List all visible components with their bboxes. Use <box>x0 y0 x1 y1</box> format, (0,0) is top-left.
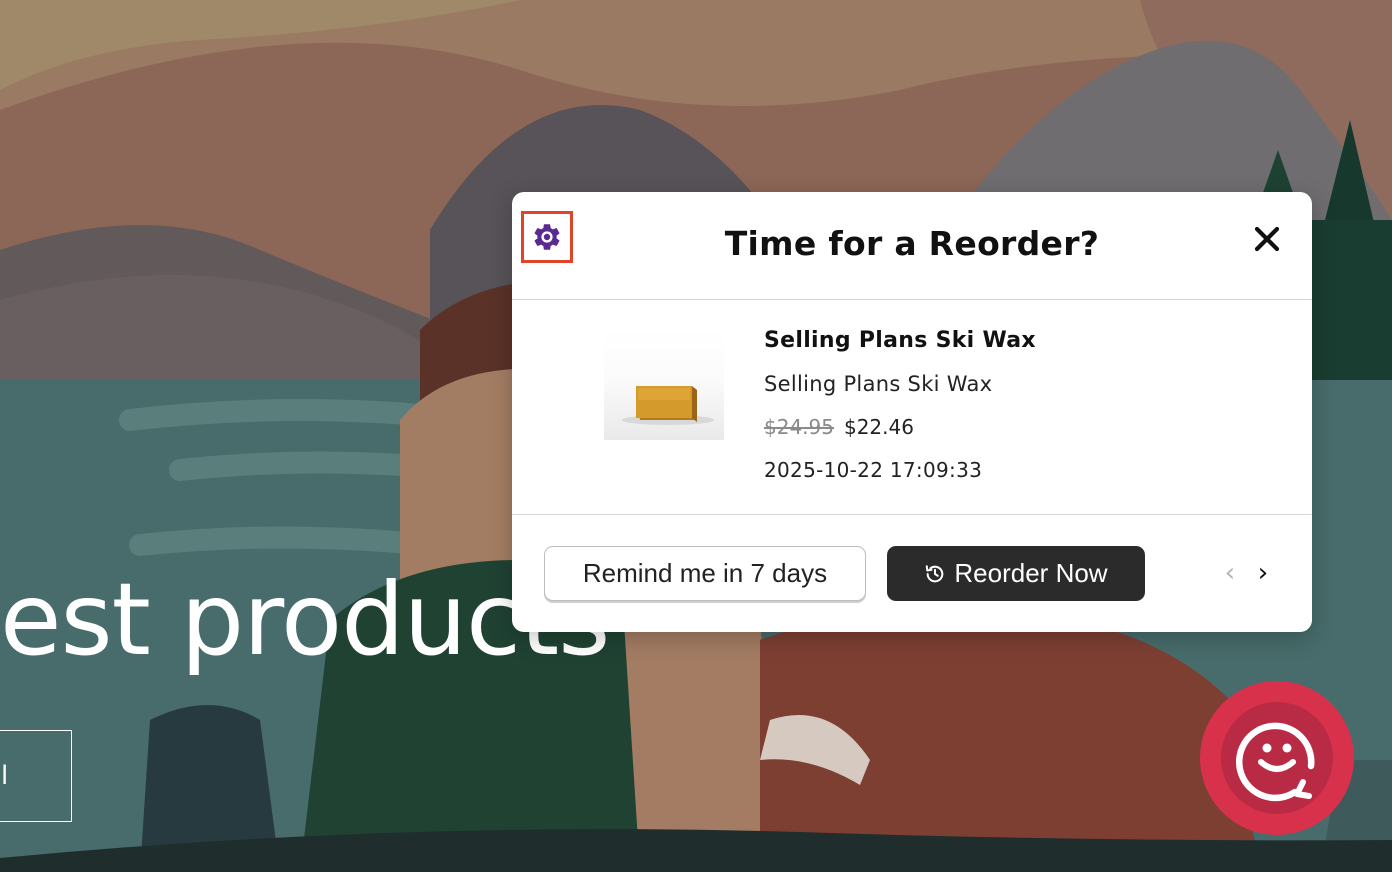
remind-later-button[interactable]: Remind me in 7 days <box>544 546 866 601</box>
storefront-page: est products l Time for a Reorder? Selli… <box>0 0 1392 872</box>
ski-wax-bar-image <box>622 386 714 425</box>
next-product-button[interactable]: › <box>1251 555 1275 591</box>
reorder-modal: Time for a Reorder? Selling Plans Ski Wa… <box>512 192 1312 632</box>
order-date: 2025-10-22 17:09:33 <box>764 458 983 482</box>
reorder-now-button[interactable]: Reorder Now <box>887 546 1145 601</box>
history-icon <box>926 564 944 582</box>
modal-header: Time for a Reorder? <box>512 192 1312 300</box>
product-row: Selling Plans Ski Wax Selling Plans Ski … <box>512 300 1312 515</box>
modal-footer: Remind me in 7 days Reorder Now ‹ › <box>512 515 1312 631</box>
hero-cta-button[interactable]: l <box>0 730 72 822</box>
product-image[interactable] <box>604 328 724 440</box>
product-title[interactable]: Selling Plans Ski Wax <box>764 326 1036 356</box>
price-row: $24.95 $22.46 <box>764 412 1036 442</box>
compare-at-price: $24.95 <box>764 415 834 439</box>
modal-title: Time for a Reorder? <box>724 224 1100 263</box>
close-icon <box>1254 226 1280 252</box>
smiley-chat-icon <box>1236 722 1315 802</box>
chat-widget-inner <box>1221 702 1333 814</box>
sale-price: $22.46 <box>843 415 914 439</box>
previous-product-button[interactable]: ‹ <box>1218 555 1242 591</box>
close-button[interactable] <box>1252 224 1282 254</box>
chat-widget-button[interactable] <box>1200 681 1354 835</box>
product-info: Selling Plans Ski Wax Selling Plans Ski … <box>764 326 1036 485</box>
product-variant: Selling Plans Ski Wax <box>764 372 993 396</box>
reorder-now-label: Reorder Now <box>954 558 1108 588</box>
